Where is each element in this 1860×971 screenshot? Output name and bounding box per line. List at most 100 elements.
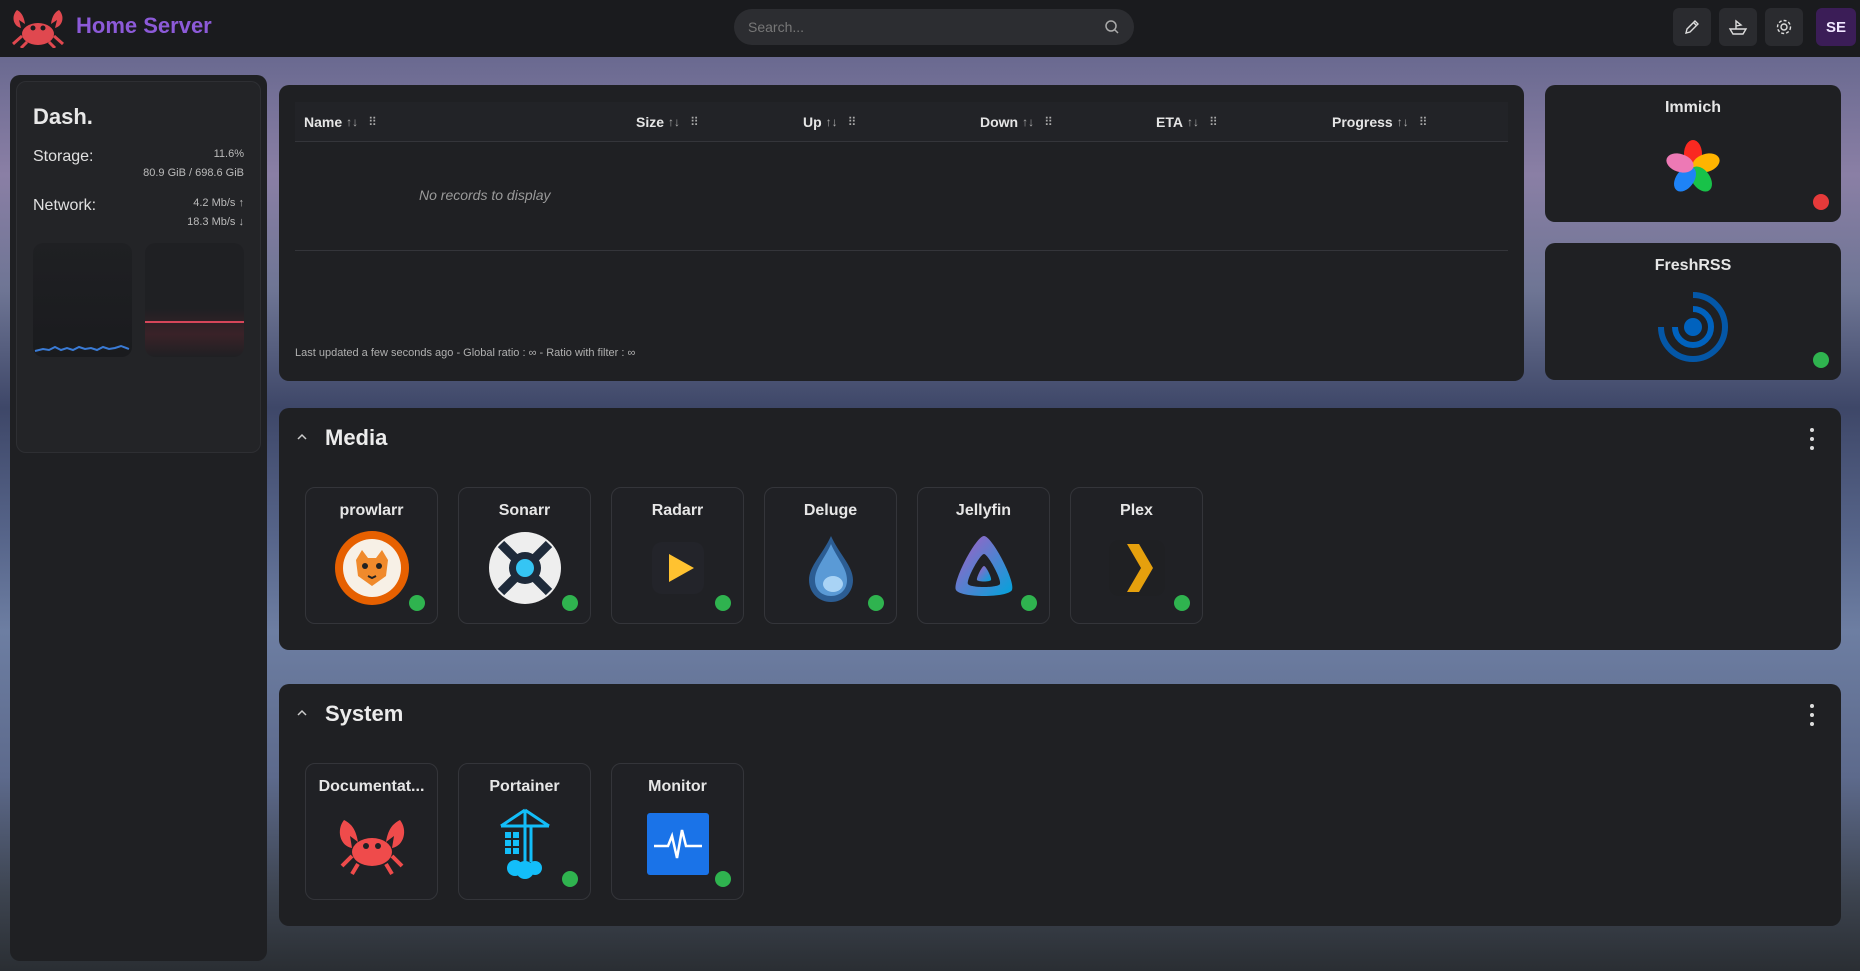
drag-handle-icon: ⠿: [1418, 115, 1428, 129]
edit-button[interactable]: [1673, 8, 1711, 46]
app-tile-portainer[interactable]: Portainer: [458, 763, 591, 900]
section-media: Media prowlarr Sonarr Radarr Deluge Jell…: [279, 408, 1841, 650]
status-indicator: [1021, 595, 1037, 611]
jellyfin-icon: [946, 530, 1022, 606]
search-icon[interactable]: [1104, 19, 1120, 35]
download-graph: [145, 243, 244, 357]
settings-button[interactable]: [1765, 8, 1803, 46]
app-card-immich[interactable]: Immich: [1545, 85, 1841, 222]
chevron-up-icon[interactable]: [295, 706, 309, 720]
status-indicator: [1174, 595, 1190, 611]
network-label: Network:: [33, 197, 97, 214]
network-up: 4.2 Mb/s: [193, 197, 236, 209]
status-indicator: [1813, 194, 1829, 210]
app-tile-jellyfin[interactable]: Jellyfin: [917, 487, 1050, 624]
ship-icon: [1728, 19, 1748, 35]
app-tile-documentation[interactable]: Documentat...: [305, 763, 438, 900]
section-title[interactable]: System: [325, 701, 403, 727]
prowlarr-icon: [334, 530, 410, 606]
drag-handle-icon: ⠿: [847, 115, 857, 129]
docker-button[interactable]: [1719, 8, 1757, 46]
drag-handle-icon: ⠿: [690, 115, 699, 129]
gear-icon: [1776, 19, 1792, 35]
network-down: 18.3 Mb/s: [187, 216, 236, 228]
app-tile-deluge[interactable]: Deluge: [764, 487, 897, 624]
chevron-up-icon[interactable]: [295, 430, 309, 444]
app-name: Plex: [1120, 502, 1153, 519]
app-name: FreshRSS: [1654, 257, 1732, 274]
radarr-icon: [640, 530, 716, 606]
app-name: Portainer: [489, 778, 560, 795]
section-title[interactable]: Media: [325, 425, 387, 451]
portainer-icon: [487, 806, 563, 882]
upload-graph: [33, 243, 132, 357]
column-eta[interactable]: ETA ↑↓ ⠿: [1156, 114, 1218, 130]
dash-widget: Dash. Storage: 11.6% 80.9 GiB / 698.6 Gi…: [16, 81, 261, 453]
more-vertical-icon[interactable]: [1807, 428, 1817, 450]
app-name: Deluge: [803, 502, 858, 519]
app-name: prowlarr: [339, 502, 404, 519]
column-progress[interactable]: Progress ↑↓ ⠿: [1332, 114, 1427, 130]
sonarr-icon: [487, 530, 563, 606]
app-tile-radarr[interactable]: Radarr: [611, 487, 744, 624]
plex-icon: [1099, 530, 1175, 606]
arrow-down-icon: ↓: [238, 216, 245, 228]
storage-percent: 11.6%: [213, 148, 244, 160]
arrow-up-icon: ↑: [238, 197, 245, 209]
app-card-freshrss[interactable]: FreshRSS: [1545, 243, 1841, 380]
drag-handle-icon: ⠿: [1044, 115, 1053, 129]
sort-icon: ↑↓: [1022, 115, 1035, 129]
drag-handle-icon: ⠿: [1208, 115, 1218, 129]
storage-label: Storage:: [33, 148, 94, 165]
status-indicator: [562, 595, 578, 611]
top-bar: Home Server SE: [0, 0, 1860, 57]
search-input[interactable]: [748, 19, 1104, 35]
sort-icon: ↑↓: [1396, 115, 1409, 129]
empty-message: No records to display: [419, 187, 551, 203]
app-name: Radarr: [651, 502, 704, 519]
column-down[interactable]: Down ↑↓ ⠿: [980, 114, 1053, 130]
search-bar[interactable]: [734, 9, 1134, 45]
app-name: Jellyfin: [955, 502, 1012, 519]
column-up[interactable]: Up ↑↓ ⠿: [803, 114, 857, 130]
status-indicator: [1813, 352, 1829, 368]
app-tile-prowlarr[interactable]: prowlarr: [305, 487, 438, 624]
sidebar: Dash. Storage: 11.6% 80.9 GiB / 698.6 Gi…: [10, 75, 267, 961]
app-tile-sonarr[interactable]: Sonarr: [458, 487, 591, 624]
app-tile-plex[interactable]: Plex: [1070, 487, 1203, 624]
app-name: Sonarr: [498, 502, 551, 519]
status-indicator: [868, 595, 884, 611]
drag-handle-icon: ⠿: [368, 115, 377, 129]
section-system: System Documentat... Portainer Monitor: [279, 684, 1841, 926]
deluge-icon: [793, 530, 869, 606]
crab-logo-icon[interactable]: [9, 6, 67, 48]
app-title[interactable]: Home Server: [76, 13, 212, 39]
column-size[interactable]: Size ↑↓ ⠿: [636, 114, 699, 130]
more-vertical-icon[interactable]: [1807, 704, 1817, 726]
sort-icon: ↑↓: [1186, 115, 1199, 129]
divider: [295, 250, 1508, 251]
freshrss-icon: [1658, 292, 1728, 362]
user-avatar[interactable]: SE: [1816, 8, 1856, 46]
status-indicator: [409, 595, 425, 611]
dash-title: Dash.: [33, 104, 93, 129]
torrent-footer: Last updated a few seconds ago - Global …: [295, 347, 636, 359]
status-indicator: [562, 871, 578, 887]
monitor-icon: [640, 806, 716, 882]
edit-icon: [1685, 20, 1699, 34]
documentation-icon: [334, 806, 410, 882]
sort-icon: ↑↓: [668, 115, 681, 129]
immich-icon: [1666, 140, 1720, 192]
status-indicator: [715, 595, 731, 611]
storage-usage: 80.9 GiB / 698.6 GiB: [143, 167, 244, 179]
app-name: Immich: [1664, 99, 1721, 116]
storage-value: 11.6% 80.9 GiB / 698.6 GiB: [143, 145, 244, 183]
app-name: Monitor: [648, 778, 707, 795]
status-indicator: [715, 871, 731, 887]
app-tile-monitor[interactable]: Monitor: [611, 763, 744, 900]
network-value: 4.2 Mb/s ↑ 18.3 Mb/s ↓: [187, 194, 244, 232]
torrent-table-header: Name ↑↓ ⠿ Size ↑↓ ⠿ Up ↑↓ ⠿ Down ↑↓ ⠿ ETA ↑↓ ⠿ Pro…: [295, 102, 1508, 142]
column-name[interactable]: Name ↑↓ ⠿: [304, 114, 377, 130]
sort-icon: ↑↓: [825, 115, 838, 129]
sort-icon: ↑↓: [346, 115, 359, 129]
